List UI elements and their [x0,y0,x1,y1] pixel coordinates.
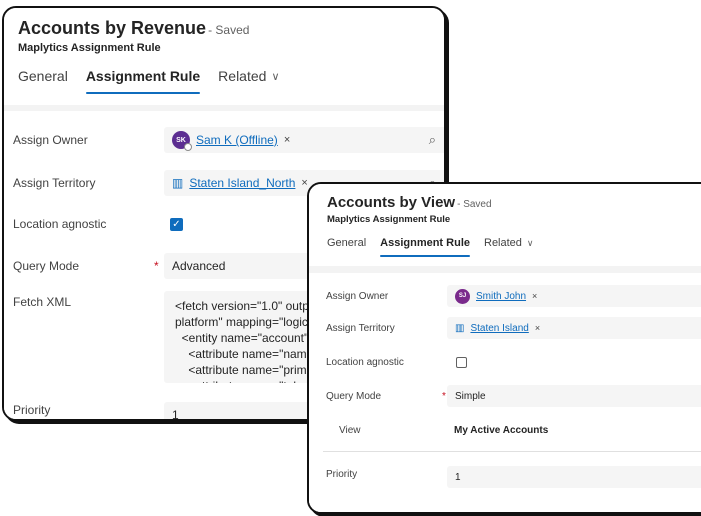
entity-subtitle: Maplytics Assignment Rule [18,42,161,54]
tab-label: General [327,237,367,249]
form-header: Accounts by Revenue - Saved Maplytics As… [4,8,444,105]
tab-related[interactable]: Related ∨ [218,68,279,94]
form-section: Assign Owner SJ Smith John × Assign Terr… [309,273,701,512]
search-icon[interactable]: ⌕ [429,132,436,148]
assign-owner-row: Assign Owner SJ Smith John × [309,285,701,307]
close-icon[interactable]: × [535,323,540,333]
title-row: Accounts by Revenue - Saved [18,18,430,39]
location-agnostic-label: Location agnostic [326,356,404,368]
priority-value: 1 [172,408,179,421]
avatar-initials: SJ [458,293,467,299]
location-agnostic-label: Location agnostic [13,217,107,231]
query-mode-select[interactable]: Simple [447,385,701,407]
fetch-xml-label: Fetch XML [13,295,72,309]
query-mode-value: Advanced [172,259,226,273]
section-divider [323,451,701,452]
form-body: Assign Owner SJ Smith John × Assign Terr… [309,266,701,512]
assign-territory-label: Assign Territory [13,176,96,190]
save-status: - Saved [457,199,492,210]
avatar-initials: SK [176,136,186,144]
location-agnostic-checkbox[interactable]: ✓ [170,217,183,231]
priority-label: Priority [13,403,51,417]
tab-label: General [18,68,68,84]
territory-icon: ▥ [172,176,184,190]
offline-status-icon [184,143,192,151]
owner-link[interactable]: Smith John [476,291,526,302]
query-mode-value: Simple [455,390,486,402]
owner-link[interactable]: Sam K (Offline) [196,133,278,147]
required-indicator: * [154,259,159,273]
required-indicator: * [442,390,446,402]
tab-label: Related [484,237,522,249]
priority-label: Priority [326,468,358,480]
tab-list: General Assignment Rule Related ∨ [18,68,430,94]
assign-owner-label: Assign Owner [326,290,389,302]
assign-owner-lookup[interactable]: SJ Smith John × [447,285,701,307]
tab-label: Assignment Rule [380,237,470,249]
tab-general[interactable]: General [327,237,366,257]
tab-label: Related [218,68,267,84]
assign-territory-label: Assign Territory [326,322,395,334]
assign-owner-lookup[interactable]: SK Sam K (Offline) × ⌕ [164,127,444,153]
priority-row: Priority 1 [309,463,701,488]
query-mode-label: Query Mode [13,259,80,273]
territory-icon: ▥ [455,322,465,334]
assign-owner-label: Assign Owner [13,133,88,147]
location-agnostic-checkbox[interactable] [456,356,467,368]
accounts-by-view-card: Accounts by View - Saved Maplytics Assig… [307,182,701,514]
save-status: - Saved [208,23,250,37]
query-mode-label: Query Mode [326,390,382,402]
record-title: Accounts by View [327,194,456,211]
close-icon[interactable]: × [301,177,307,189]
assign-territory-row: Assign Territory ▥ Staten Island × [309,317,701,339]
territory-link[interactable]: Staten Island_North [189,176,295,190]
avatar: SJ [455,288,470,304]
query-mode-row: Query Mode * Simple [309,385,701,407]
close-icon[interactable]: × [284,134,290,146]
close-icon[interactable]: × [532,291,537,301]
priority-input[interactable]: 1 [447,466,701,488]
tab-assignment-rule[interactable]: Assignment Rule [380,237,470,257]
form-header: Accounts by View - Saved Maplytics Assig… [309,184,701,266]
chevron-down-icon: ∨ [526,237,534,248]
tab-related[interactable]: Related ∨ [484,237,534,257]
location-agnostic-row: Location agnostic [309,351,701,373]
tab-assignment-rule[interactable]: Assignment Rule [85,68,201,94]
assign-territory-lookup[interactable]: ▥ Staten Island × [447,317,701,339]
entity-subtitle: Maplytics Assignment Rule [327,214,451,225]
chevron-down-icon: ∨ [271,70,280,83]
avatar: SK [172,131,192,151]
tab-list: General Assignment Rule Related ∨ [327,237,701,257]
tab-general[interactable]: General [18,68,68,94]
view-row: View My Active Accounts [309,419,701,441]
title-row: Accounts by View - Saved [327,194,701,211]
view-value[interactable]: My Active Accounts [454,425,548,436]
priority-value: 1 [455,471,461,483]
tab-label: Assignment Rule [85,68,201,84]
view-label: View [339,424,361,436]
record-title: Accounts by Revenue [18,18,207,38]
territory-link[interactable]: Staten Island [470,323,528,334]
assign-owner-row: Assign Owner SK Sam K (Offline) × ⌕ [4,127,444,153]
